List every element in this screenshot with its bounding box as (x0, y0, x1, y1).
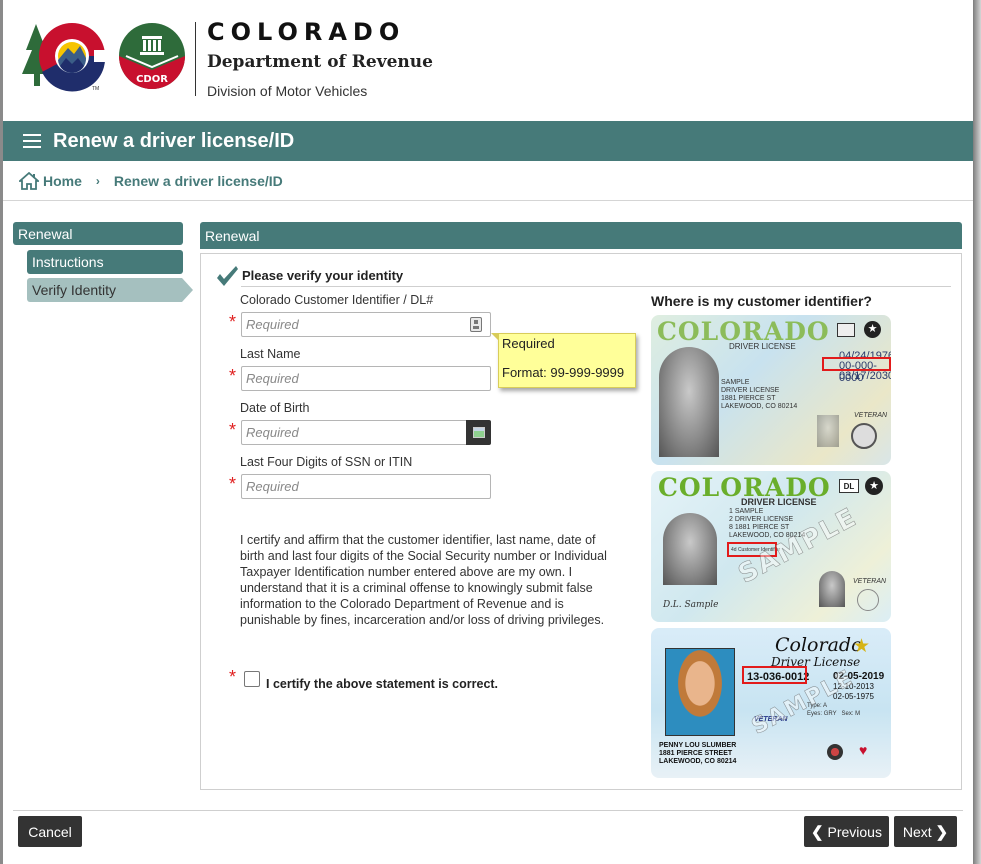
logo-divider (195, 22, 196, 96)
seal-icon (827, 744, 843, 760)
section-title: Please verify your identity (242, 268, 404, 283)
required-marker: * (229, 667, 237, 687)
identifier-highlight (822, 357, 891, 371)
next-button[interactable]: Next ❯ (894, 816, 957, 847)
breadcrumb-separator: › (95, 173, 100, 188)
required-marker: * (229, 474, 237, 494)
card-name: SAMPLE DRIVER LICENSE 1881 PIERCE ST LAK… (721, 379, 798, 410)
sample-license-card-1: COLORADO DRIVER LICENSE ★ 04/24/1976 00-… (651, 315, 891, 465)
card-eyes: Eyes: GRY Sex: M (807, 711, 861, 717)
breadcrumb-home-link[interactable]: Home (43, 173, 82, 189)
card-veteran: VETERAN (854, 412, 888, 419)
co-logo-icon (837, 323, 855, 337)
required-marker: * (229, 366, 237, 386)
page-title: Renew a driver license/ID (53, 129, 295, 152)
chevron-right-icon: ❯ (935, 823, 949, 841)
help-title: Where is my customer identifier? (651, 293, 872, 309)
required-marker: * (229, 420, 237, 440)
brand-division: Division of Motor Vehicles (207, 83, 368, 99)
card-photo (665, 648, 735, 736)
card-type: DRIVER LICENSE (729, 342, 796, 351)
tooltip-format: Format: 99-999-9999 (502, 365, 625, 380)
dl-badge: DL (839, 479, 859, 493)
star-icon: ★ (865, 477, 883, 495)
next-label: Next (902, 823, 932, 840)
panel-header: Renewal (200, 222, 962, 249)
card-address: PENNY LOU SLUMBER 1881 PIERCE STREET LAK… (659, 742, 737, 765)
calendar-button[interactable] (466, 420, 491, 445)
date-of-birth-label: Date of Birth (240, 401, 310, 415)
brand-department: Department of Revenue (207, 52, 433, 72)
card-veteran: VETERAN (853, 578, 887, 585)
format-tooltip: Required Format: 99-999-9999 (491, 333, 636, 388)
heart-icon: ♥ (859, 742, 868, 758)
last-name-input[interactable] (241, 366, 491, 391)
ssn-label: Last Four Digits of SSN or ITIN (240, 455, 413, 469)
window-frame-right (973, 0, 981, 864)
card-photo (663, 513, 717, 585)
card-state: Colorado (775, 634, 863, 656)
customer-identifier-label: Colorado Customer Identifier / DL# (240, 293, 434, 307)
home-icon[interactable] (19, 171, 39, 190)
card-ghost-photo (817, 415, 839, 447)
ssn-last-four-input[interactable] (241, 474, 491, 499)
card-photo (659, 347, 719, 457)
sample-license-card-2: COLORADO DRIVER LICENSE DL ★ 1 SAMPLE 2 … (651, 471, 891, 622)
previous-label: Previous (827, 823, 882, 840)
certification-statement: I certify and affirm that the customer i… (240, 533, 607, 627)
breadcrumb-current[interactable]: Renew a driver license/ID (114, 173, 283, 189)
seal-icon (851, 423, 877, 449)
hamburger-icon[interactable] (23, 134, 41, 148)
colorado-logo-icon: TM (22, 23, 112, 92)
brand-title: COLORADO (207, 18, 406, 46)
customer-identifier-input[interactable] (241, 312, 491, 337)
date-of-birth-input[interactable] (241, 420, 467, 445)
calendar-icon (472, 427, 485, 438)
checkmark-icon (217, 266, 238, 286)
id-card-icon (470, 317, 482, 332)
cancel-button[interactable]: Cancel (18, 816, 82, 847)
card-expires: 03/17/2030 (839, 370, 891, 382)
seal-icon (857, 589, 879, 611)
svg-text:CDOR: CDOR (136, 74, 168, 85)
section-divider (241, 286, 951, 287)
star-icon: ★ (864, 321, 881, 338)
previous-button[interactable]: ❮ Previous (804, 816, 889, 847)
last-name-label: Last Name (240, 347, 301, 361)
site-header: TM CDOR COLORADO Department of Revenue D… (3, 0, 973, 121)
sidebar-item-instructions[interactable]: Instructions (27, 250, 183, 274)
sidebar-item-label: Verify Identity (32, 282, 117, 298)
chevron-left-icon: ❮ (811, 823, 824, 841)
sidebar-group-renewal: Renewal (13, 222, 183, 245)
card-type: DRIVER LICENSE (741, 497, 817, 507)
card-small-photo (819, 571, 845, 607)
footer-divider (13, 810, 963, 811)
tooltip-required: Required (502, 336, 555, 351)
page-title-bar: Renew a driver license/ID (3, 121, 973, 161)
card-signature: D.L. Sample (663, 600, 719, 610)
svg-text:TM: TM (92, 86, 99, 92)
sidebar-item-verify-identity[interactable]: Verify Identity (27, 278, 193, 302)
certify-checkbox-label[interactable]: I certify the above statement is correct… (266, 677, 498, 691)
identifier-highlight (742, 666, 807, 684)
certify-checkbox[interactable] (244, 671, 260, 687)
breadcrumb: Home › Renew a driver license/ID (3, 161, 973, 201)
cdor-logo-icon: CDOR (119, 23, 185, 89)
required-marker: * (229, 312, 237, 332)
sample-license-card-3: Colorado ★ Driver License 13-036-0012 02… (651, 628, 891, 778)
